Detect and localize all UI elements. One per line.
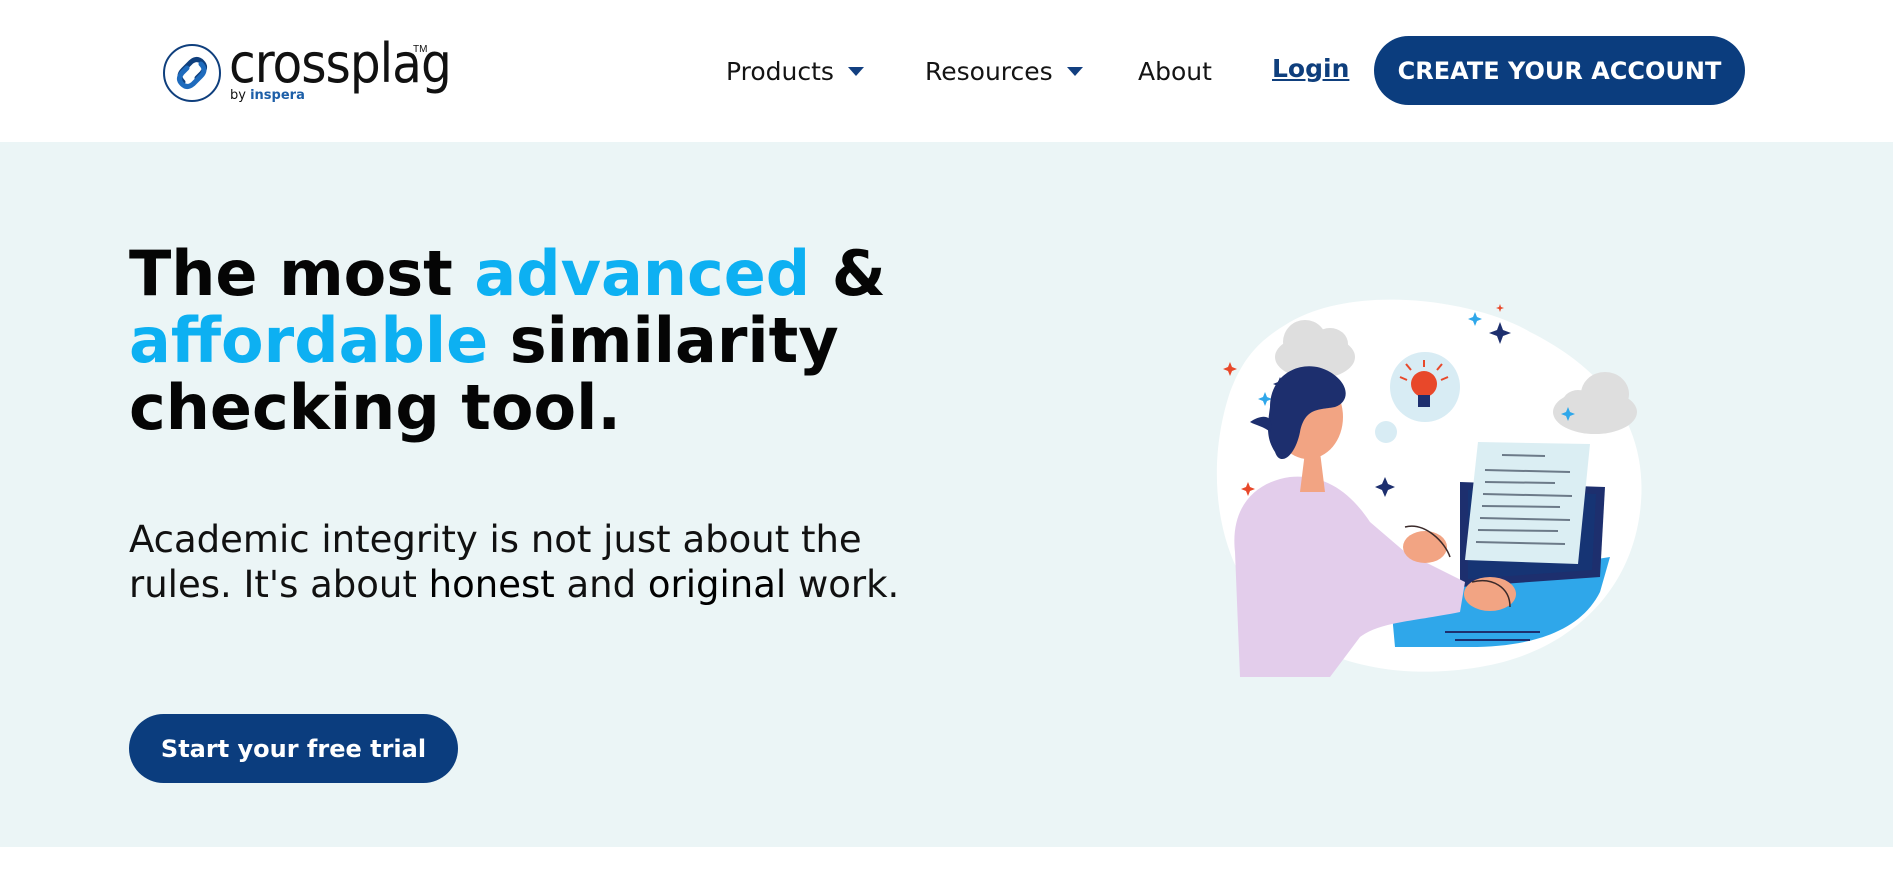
chevron-down-icon <box>848 67 864 76</box>
nav-products-label: Products <box>726 57 834 86</box>
subtitle-part-2: and <box>555 563 648 606</box>
hero-headline: The most advanced &affordable similarity… <box>129 240 969 441</box>
start-free-trial-button[interactable]: Start your free trial <box>129 714 458 783</box>
nav-resources-label: Resources <box>925 57 1053 86</box>
headline-accent-advanced: advanced <box>474 237 810 310</box>
hero-section: The most advanced &affordable similarity… <box>0 142 1893 847</box>
login-link[interactable]: Login <box>1272 54 1349 83</box>
headline-accent-affordable: affordable <box>129 304 488 377</box>
headline-part-2: & <box>810 237 886 310</box>
nav-resources[interactable]: Resources <box>925 54 1083 88</box>
subtitle-emphasis-honest: honest <box>429 563 555 606</box>
nav-about[interactable]: About <box>1138 54 1212 88</box>
nav-products[interactable]: Products <box>726 54 864 88</box>
logo-byline: by inspera <box>230 88 305 103</box>
site-header: crossplag TM by inspera Products Resourc… <box>0 0 1893 142</box>
nav-about-label: About <box>1138 57 1212 86</box>
subtitle-part-3: work. <box>786 563 899 606</box>
crossplag-logo[interactable]: crossplag TM by inspera <box>161 38 431 110</box>
chevron-down-icon <box>1067 67 1083 76</box>
logo-parent-brand: inspera <box>250 88 305 103</box>
hero-subtitle: Academic integrity is not just about the… <box>129 517 949 607</box>
logo-trademark: TM <box>413 44 427 55</box>
logo-by-text: by <box>230 88 246 103</box>
crossplag-logo-icon <box>161 42 223 104</box>
headline-part-1: The most <box>129 237 474 310</box>
woman-using-laptop-illustration <box>1210 292 1660 677</box>
logo-wordmark: crossplag <box>229 32 451 95</box>
create-account-button[interactable]: CREATE YOUR ACCOUNT <box>1374 36 1745 105</box>
subtitle-emphasis-original: original <box>648 563 786 606</box>
